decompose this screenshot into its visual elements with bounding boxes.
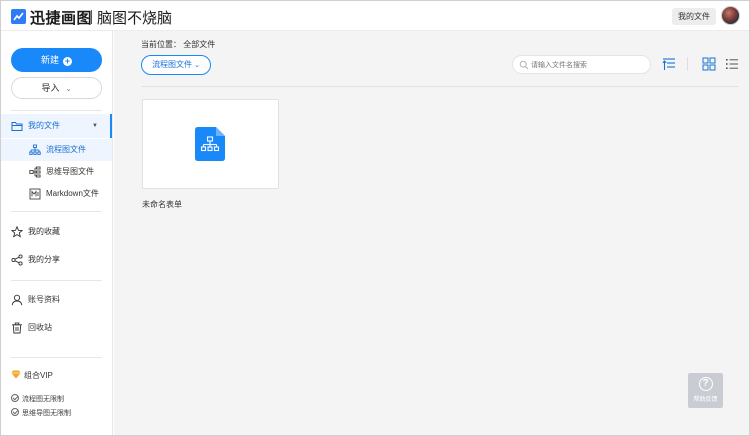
sort-icon[interactable] [662, 57, 676, 71]
markdown-icon [29, 188, 41, 200]
sidebar-item-label: 我的文件 [28, 121, 60, 130]
brand-slogan: 脑图不烧脑 [97, 10, 173, 27]
folder-icon [11, 122, 23, 131]
trash-icon [12, 322, 22, 334]
diamond-icon [11, 370, 21, 379]
sidebar-item-label: 流程图文件 [46, 145, 86, 154]
help-feedback-button[interactable]: ? 帮助反馈 [688, 373, 723, 408]
sidebar-item-my-files[interactable]: 我的文件 ▼ [1, 114, 112, 138]
new-button[interactable]: 新建 + [11, 48, 102, 72]
import-button[interactable]: 导入 ⌄ [11, 77, 102, 99]
vip-label: 组合VIP [24, 371, 53, 380]
check-circle-icon [11, 394, 19, 402]
sidebar-item-label: 我的分享 [28, 255, 60, 264]
search-box[interactable] [512, 55, 651, 74]
sidebar-item-trash[interactable]: 回收站 [1, 317, 112, 339]
help-feedback-label: 帮助反馈 [693, 397, 718, 403]
question-icon: ? [698, 377, 713, 391]
file-card-title[interactable]: 未命名表单 [142, 199, 182, 210]
brand-divider [91, 10, 92, 24]
share-icon [11, 254, 23, 266]
grid-view-icon[interactable] [702, 57, 716, 71]
sidebar-item-account[interactable]: 账号资料 [1, 289, 112, 311]
my-files-button[interactable]: 我的文件 [672, 8, 716, 25]
file-type-filter[interactable]: 流程图文件 ⌄ [141, 55, 211, 75]
sidebar-item-shares[interactable]: 我的分享 [1, 249, 112, 271]
avatar[interactable] [721, 6, 740, 25]
chevron-down-icon: ⌄ [65, 86, 72, 93]
toolbar-divider [687, 57, 688, 71]
import-button-label: 导入 [41, 83, 60, 93]
search-input[interactable] [531, 58, 646, 72]
sidebar-divider [11, 280, 102, 281]
content-divider [141, 86, 739, 87]
sidebar-item-label: 思维导图文件 [46, 167, 94, 176]
breadcrumb: 当前位置： 全部文件 [141, 40, 216, 49]
sidebar-item-label: 回收站 [28, 323, 52, 332]
top-bar: 迅捷画图 脑图不烧脑 我的文件 [1, 1, 749, 31]
sidebar-item-favorites[interactable]: 我的收藏 [1, 221, 112, 243]
logo-icon[interactable] [11, 9, 26, 24]
new-button-label: 新建 [40, 55, 59, 65]
sidebar-item-label: 我的收藏 [28, 227, 60, 236]
chevron-down-icon: ⌄ [194, 62, 200, 69]
mindmap-icon [29, 166, 41, 178]
flowchart-file-icon [195, 127, 225, 161]
sidebar-divider [11, 110, 102, 111]
sidebar-item-label: 账号资料 [28, 295, 60, 304]
sidebar-item-flowchart-files[interactable]: 流程图文件 [1, 139, 112, 161]
brand-name[interactable]: 迅捷画图 [30, 7, 92, 28]
vip-perk: 思维导图无限制 [11, 408, 71, 418]
sidebar-item-label: Markdown文件 [46, 189, 99, 198]
check-circle-icon [11, 408, 19, 416]
sidebar-divider [11, 357, 102, 358]
search-icon [519, 60, 529, 70]
list-view-icon[interactable] [725, 57, 739, 71]
sidebar: 新建 + 导入 ⌄ 我的文件 ▼ 流程图文件 思维导图文件 Markdown文件… [1, 31, 113, 435]
sidebar-divider [11, 211, 102, 212]
vip-perk-label: 流程图无限制 [22, 396, 64, 403]
caret-down-icon[interactable]: ▼ [92, 114, 98, 138]
vip-perk-label: 思维导图无限制 [22, 410, 71, 417]
vip-perk: 流程图无限制 [11, 394, 64, 404]
sidebar-item-mindmap-files[interactable]: 思维导图文件 [1, 161, 112, 183]
vip-section[interactable]: 组合VIP [11, 370, 53, 381]
flowchart-icon [29, 144, 41, 155]
user-icon [11, 294, 23, 306]
plus-icon: + [63, 56, 72, 66]
sidebar-item-markdown-files[interactable]: Markdown文件 [1, 183, 112, 205]
main-content: 当前位置： 全部文件 流程图文件 ⌄ 请输入文件名搜索 未命名表单 ? 帮助反馈 [114, 31, 749, 435]
file-type-filter-label: 流程图文件 [152, 60, 193, 69]
star-icon [11, 226, 23, 238]
file-card[interactable] [142, 99, 279, 189]
